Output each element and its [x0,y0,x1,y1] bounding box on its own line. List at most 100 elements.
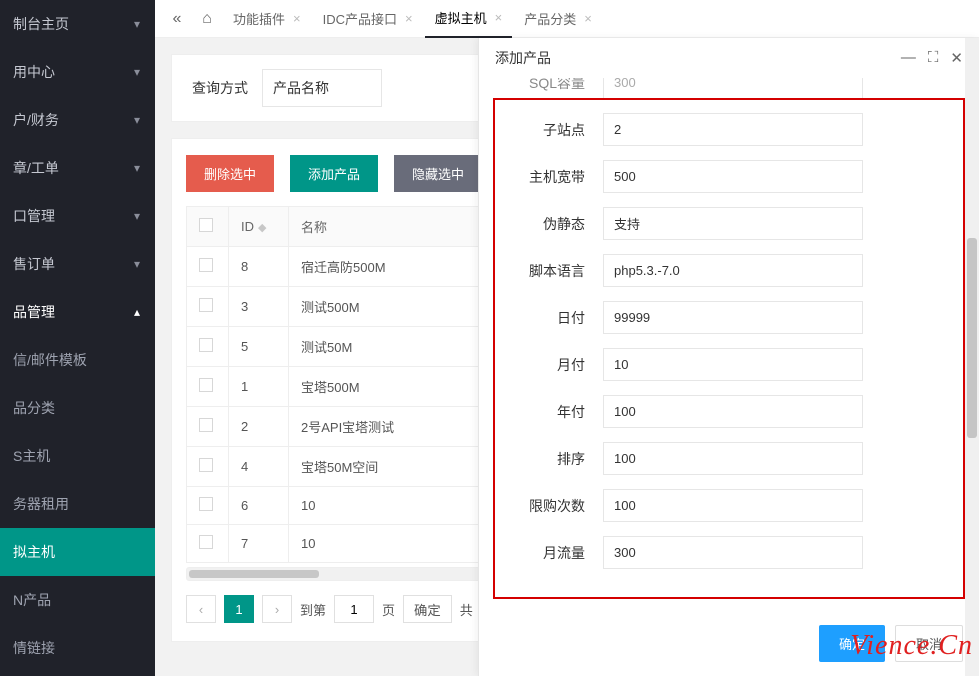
form-row: 排序 [503,442,955,475]
close-icon[interactable]: × [405,11,413,26]
tab-label: 产品分类 [524,9,576,28]
scrollbar-thumb[interactable] [967,238,977,438]
sidebar-item-vhost[interactable]: 拟主机 [0,528,155,576]
form-row: 月付 [503,348,955,381]
field-input[interactable] [603,207,863,240]
row-checkbox[interactable] [199,418,213,432]
sidebar-item-label: 品管理 [13,302,55,322]
field-input[interactable] [603,254,863,287]
top-tabs: « ⌂ 功能插件× IDC产品接口 × 虚拟主机 × 产品分类 × [155,0,979,38]
sidebar-item-label: 务器租用 [13,494,69,514]
sidebar-item-api[interactable]: 口管理 ▾ [0,192,155,240]
sidebar-item-console[interactable]: 制台主页 ▾ [0,0,155,48]
row-checkbox[interactable] [199,378,213,392]
sidebar-item-server-rental[interactable]: 务器租用 [0,480,155,528]
collapse-icon[interactable]: « [163,5,191,33]
minimize-icon[interactable]: — [901,49,916,67]
field-input[interactable] [603,160,863,193]
field-input[interactable] [603,301,863,334]
sidebar-item-center[interactable]: 用中心▾ [0,48,155,96]
field-input[interactable] [603,442,863,475]
sidebar-item-label: 拟主机 [13,542,55,562]
modal-footer: 确定 取消 [479,615,979,676]
sidebar-item-label: 制台主页 [13,14,69,34]
row-checkbox[interactable] [199,298,213,312]
row-checkbox[interactable] [199,338,213,352]
row-checkbox[interactable] [199,497,213,511]
close-icon[interactable]: ✕ [950,49,963,67]
row-checkbox[interactable] [199,535,213,549]
tab-vhost[interactable]: 虚拟主机 × [425,0,513,38]
tab-label: IDC产品接口 [323,9,397,28]
field-label: 日付 [503,308,603,328]
sidebar-item-orders[interactable]: 售订单 ▾ [0,240,155,288]
tab-plugins[interactable]: 功能插件× [223,0,311,38]
pager-to-label: 到第 [300,600,326,619]
close-icon[interactable]: × [584,11,592,26]
sidebar: 制台主页 ▾ 用中心▾ 户/财务▾ 章/工单▾ 口管理 ▾ 售订单 ▾ 品管理 ▴ 信/… [0,0,155,676]
chevron-down-icon: ▾ [134,257,140,271]
delete-selected-button[interactable]: 删除选中 [186,155,274,192]
sidebar-item-templates[interactable]: 信/邮件模板 [0,336,155,384]
form-row: 限购次数 [503,489,955,522]
sidebar-item-finance[interactable]: 户/财务▾ [0,96,155,144]
field-input[interactable] [603,536,863,569]
field-label: SQL容量 [503,78,603,93]
hide-selected-button[interactable]: 隐藏选中 [394,155,482,192]
query-value: 产品名称 [273,80,329,96]
close-icon[interactable]: × [293,11,301,26]
prev-page-button[interactable]: ‹ [186,595,216,623]
modal-cancel-button[interactable]: 取消 [895,625,963,662]
sidebar-item-shost[interactable]: S主机 [0,432,155,480]
modal-body: SQL容量 子站点主机宽带伪静态脚本语言日付月付年付排序限购次数月流量 [479,78,979,615]
row-checkbox[interactable] [199,458,213,472]
th-id[interactable]: ID◆ [229,207,289,247]
sidebar-item-label: 售订单 [13,254,55,274]
pager-confirm-button[interactable]: 确定 [403,595,452,623]
field-input[interactable] [603,113,863,146]
sidebar-item-products[interactable]: 品管理 ▴ [0,288,155,336]
field-input[interactable] [603,489,863,522]
sidebar-item-label: 口管理 [13,206,55,226]
cell-id: 1 [229,367,289,407]
chevron-down-icon: ▾ [134,17,140,31]
tab-idc-api[interactable]: IDC产品接口 × [313,0,423,38]
sidebar-item-nproduct[interactable]: N产品 [0,576,155,624]
cell-id: 3 [229,287,289,327]
sidebar-item-tickets[interactable]: 章/工单▾ [0,144,155,192]
vertical-scrollbar[interactable] [965,38,979,676]
modal-title: 添加产品 [495,48,551,68]
sidebar-item-categories[interactable]: 品分类 [0,384,155,432]
select-all-checkbox[interactable] [199,218,213,232]
tab-categories[interactable]: 产品分类 × [514,0,602,38]
field-label: 月流量 [503,543,603,563]
cell-id: 8 [229,247,289,287]
page-number-current[interactable]: 1 [224,595,254,623]
field-input[interactable] [603,395,863,428]
query-label: 查询方式 [192,78,248,98]
home-icon[interactable]: ⌂ [193,5,221,33]
sql-capacity-input[interactable] [603,78,863,99]
chevron-up-icon: ▴ [134,305,140,319]
add-product-modal: 添加产品 — ⛶ ✕ SQL容量 子站点主机宽带伪静态脚本语言日付月付年付排序限… [478,38,979,676]
sidebar-item-links[interactable]: 情链接 [0,624,155,672]
add-product-button[interactable]: 添加产品 [290,155,378,192]
field-label: 年付 [503,402,603,422]
pager-page-unit: 页 [382,600,395,619]
sidebar-item-label: 信/邮件模板 [13,350,87,370]
sidebar-item-label: N产品 [13,590,51,610]
scrollbar-thumb[interactable] [189,570,319,578]
page-input[interactable] [334,595,374,623]
row-checkbox[interactable] [199,258,213,272]
query-select[interactable]: 产品名称 [262,69,382,107]
sort-icon: ◆ [258,222,266,234]
modal-ok-button[interactable]: 确定 [819,625,885,662]
close-icon[interactable]: × [495,10,503,25]
maximize-icon[interactable]: ⛶ [928,49,939,67]
sidebar-item-label: 情链接 [13,638,55,658]
tab-label: 虚拟主机 [435,8,487,27]
chevron-down-icon: ▾ [134,209,140,223]
next-page-button[interactable]: › [262,595,292,623]
sidebar-item-label: S主机 [13,446,50,466]
field-input[interactable] [603,348,863,381]
